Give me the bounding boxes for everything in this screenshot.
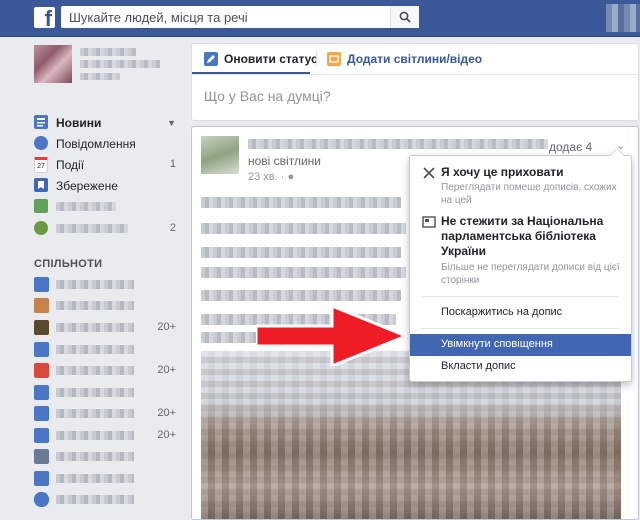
tab-update-status[interactable]: Оновити статус bbox=[204, 52, 318, 66]
unfollow-page-icon bbox=[422, 215, 436, 229]
pencil-icon bbox=[204, 52, 218, 66]
profile-avatar[interactable] bbox=[34, 45, 72, 83]
sidebar-item-label: Події bbox=[56, 158, 85, 172]
sidebar-group-item[interactable]: 20+ bbox=[34, 405, 184, 423]
sidebar-item-saved[interactable]: Збережене bbox=[34, 177, 184, 195]
search-placeholder: Шукайте людей, місця та речі bbox=[69, 10, 248, 25]
menu-item-hide[interactable]: Я хочу це приховати Переглядати помеше д… bbox=[410, 165, 631, 209]
sidebar-item-blurred[interactable]: 2 bbox=[34, 220, 184, 238]
photo-icon bbox=[327, 52, 341, 66]
sidebar-item-label: Новини bbox=[56, 116, 102, 130]
group-count: 20+ bbox=[157, 429, 176, 441]
globe-icon: ● bbox=[287, 171, 295, 183]
group-count: 20+ bbox=[157, 364, 176, 376]
profile-name-blurred[interactable] bbox=[80, 60, 160, 68]
sidebar-group-item[interactable]: 20+ bbox=[34, 319, 184, 337]
sidebar-item-events[interactable]: 27 Події 1 bbox=[34, 156, 184, 174]
sidebar-group-item[interactable]: 20+ bbox=[34, 427, 184, 445]
sidebar-group-item[interactable] bbox=[34, 341, 184, 359]
sidebar-item-blurred[interactable] bbox=[34, 198, 184, 216]
edit-profile-blurred[interactable] bbox=[80, 73, 120, 80]
search-input[interactable]: Шукайте людей, місця та речі bbox=[61, 6, 419, 28]
dropdown-caret-icon[interactable]: ▼ bbox=[167, 118, 176, 128]
menu-unfollow-subtitle: Більше не переглядати дописи від цієї ст… bbox=[441, 262, 620, 286]
group-icon bbox=[34, 428, 49, 443]
sidebar-group-item[interactable] bbox=[34, 491, 184, 509]
page-avatar[interactable] bbox=[201, 136, 239, 174]
search-button[interactable] bbox=[390, 6, 419, 28]
sidebar-group-item[interactable] bbox=[34, 276, 184, 294]
events-count: 1 bbox=[169, 158, 176, 170]
close-icon bbox=[422, 166, 436, 180]
sidebar-group-item[interactable]: 20+ bbox=[34, 362, 184, 380]
sidebar-group-item[interactable] bbox=[34, 297, 184, 315]
menu-unfollow-title: Не стежити за Національна парламентська … bbox=[441, 214, 604, 258]
section-title-communities: СПІЛЬНОТИ bbox=[34, 258, 103, 270]
post-header-added: додає 4 bbox=[549, 140, 593, 154]
group-count: 20+ bbox=[157, 407, 176, 419]
menu-item-turn-on-notifications[interactable]: Увімкнути сповіщення bbox=[410, 334, 631, 356]
top-bar: f Шукайте людей, місця та речі bbox=[0, 0, 640, 37]
menu-item-report[interactable]: Поскаржитись на допис bbox=[410, 302, 631, 324]
sidebar-item-messages[interactable]: Повідомлення bbox=[34, 135, 184, 153]
group-icon bbox=[34, 298, 49, 313]
status-composer: Оновити статус Додати світлини/відео Що … bbox=[191, 43, 639, 121]
page-icon bbox=[34, 199, 48, 213]
page-name-blurred[interactable] bbox=[248, 139, 548, 149]
menu-item-unfollow[interactable]: Не стежити за Національна парламентська … bbox=[410, 214, 631, 288]
sidebar-group-item[interactable] bbox=[34, 448, 184, 466]
tree-icon bbox=[34, 221, 48, 235]
facebook-logo-icon[interactable]: f bbox=[34, 7, 55, 28]
post-timestamp[interactable]: 23 хв. · ● bbox=[248, 171, 294, 183]
menu-item-embed[interactable]: Вкласти допис bbox=[410, 356, 631, 378]
list-icon bbox=[34, 449, 49, 464]
cart-icon bbox=[34, 471, 49, 486]
search-icon bbox=[399, 11, 411, 23]
status-input[interactable]: Що у Вас на думці? bbox=[204, 88, 331, 104]
red-arrow-annotation bbox=[256, 306, 406, 366]
rocket-icon bbox=[34, 492, 49, 507]
news-feed-icon bbox=[34, 115, 48, 129]
item-count: 2 bbox=[169, 222, 176, 234]
profile-avatar[interactable] bbox=[606, 4, 640, 32]
profile-name-blurred[interactable] bbox=[80, 48, 136, 56]
menu-hide-title: Я хочу це приховати bbox=[441, 165, 564, 179]
menu-hide-subtitle: Переглядати помеше дописів, схожих на це… bbox=[441, 182, 617, 206]
group-icon bbox=[34, 406, 49, 421]
post-new-photos: нові світлини bbox=[248, 154, 321, 168]
sidebar-item-news-feed[interactable]: Новини ▼ bbox=[34, 114, 184, 132]
post-options-menu: Я хочу це приховати Переглядати помеше д… bbox=[409, 148, 632, 382]
bookmark-icon bbox=[34, 178, 48, 192]
tab-add-photo-video[interactable]: Додати світлини/відео bbox=[327, 52, 482, 66]
sidebar-group-item[interactable] bbox=[34, 384, 184, 402]
group-icon bbox=[34, 342, 49, 357]
sidebar-item-label: Збережене bbox=[56, 179, 118, 193]
sidebar-item-label: Повідомлення bbox=[56, 137, 136, 151]
group-icon bbox=[34, 385, 49, 400]
group-count: 20+ bbox=[157, 321, 176, 333]
sidebar-group-item[interactable] bbox=[34, 470, 184, 488]
star-icon bbox=[34, 320, 49, 335]
group-icon bbox=[34, 277, 49, 292]
messages-icon bbox=[34, 136, 48, 150]
gift-icon bbox=[34, 363, 49, 378]
calendar-icon: 27 bbox=[34, 157, 48, 173]
